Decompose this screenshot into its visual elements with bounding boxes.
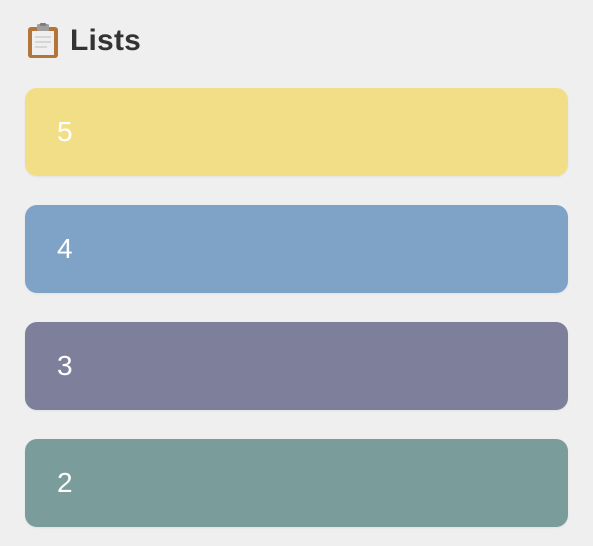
lists-page: Lists 5 4 3 2	[0, 0, 593, 546]
list-card-label: 2	[57, 467, 73, 498]
list-card-5[interactable]: 5	[25, 88, 568, 176]
list-card-label: 4	[57, 233, 73, 264]
list-card-4[interactable]: 4	[25, 205, 568, 293]
lists-header: Lists	[26, 22, 141, 60]
list-card-3[interactable]: 3	[25, 322, 568, 410]
page-title: Lists	[70, 24, 142, 57]
list-card-label: 3	[57, 350, 73, 381]
list-card-label: 5	[57, 116, 73, 147]
list-card-2[interactable]: 2	[25, 439, 568, 527]
clipboard-icon	[26, 23, 60, 59]
list-cards: 5 4 3 2	[25, 88, 568, 527]
